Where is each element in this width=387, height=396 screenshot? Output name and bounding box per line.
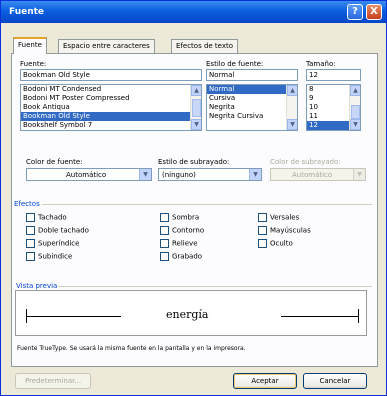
list-item[interactable]: Cursiva — [207, 94, 297, 103]
scroll-thumb[interactable] — [192, 99, 201, 117]
scroll-up-icon[interactable]: ▲ — [350, 85, 360, 96]
close-button[interactable]: X — [366, 4, 382, 20]
effects-divider — [42, 204, 372, 205]
tab-spacing[interactable]: Espacio entre caracteres — [58, 39, 155, 53]
font-label: Fuente: — [20, 60, 47, 68]
checkbox-shadow[interactable]: Sombra — [160, 213, 199, 222]
font-color-label: Color de fuente: — [26, 158, 83, 166]
effects-title: Efectos — [14, 200, 40, 208]
checkbox-superscript[interactable]: Superíndice — [26, 239, 79, 248]
font-input[interactable]: Bookman Old Style — [20, 69, 202, 81]
scroll-thumb[interactable] — [351, 105, 360, 119]
size-scrollbar[interactable]: ▲ ▼ — [349, 85, 360, 130]
underline-color-value: Automático — [292, 171, 333, 179]
title-bar[interactable]: Fuente ? X — [1, 1, 386, 23]
tab-fuente[interactable]: Fuente — [13, 37, 47, 54]
underline-style-label: Estilo de subrayado: — [158, 158, 230, 166]
preview-baseline — [281, 316, 359, 317]
window-title: Fuente — [9, 7, 45, 17]
list-item[interactable]: Bookshelf Symbol 7 — [21, 121, 201, 130]
preview-guide — [358, 309, 359, 323]
size-label: Tamaño: — [306, 60, 336, 68]
style-label: Estilo de fuente: — [206, 60, 264, 68]
truetype-note: Fuente TrueType. Se usará la misma fuent… — [17, 345, 246, 352]
chevron-down-icon[interactable]: ▼ — [139, 169, 151, 180]
checkbox-small-caps[interactable]: Versales — [258, 213, 299, 222]
chevron-down-icon[interactable]: ▼ — [353, 169, 365, 180]
list-item[interactable]: Negrita — [207, 103, 297, 112]
list-item[interactable]: Negrita Cursiva — [207, 112, 297, 121]
checkbox-outline[interactable]: Contorno — [160, 226, 204, 235]
underline-style-select[interactable]: (ninguno) ▼ — [158, 168, 262, 181]
help-button[interactable]: ? — [347, 4, 363, 20]
style-scrollbar[interactable]: ▲ ▼ — [286, 85, 297, 130]
checkbox-engrave[interactable]: Grabado — [160, 252, 202, 261]
size-input[interactable]: 12 — [306, 69, 361, 81]
preview-sample: energía — [166, 308, 209, 321]
font-scrollbar[interactable]: ▲ ▼ — [190, 85, 201, 130]
checkbox-double-strikethrough[interactable]: Doble tachado — [26, 226, 89, 235]
list-item-selected[interactable]: Normal — [207, 85, 297, 94]
checkbox-strikethrough[interactable]: Tachado — [26, 213, 67, 222]
cancel-button[interactable]: Cancelar — [303, 373, 367, 389]
checkbox-all-caps[interactable]: Mayúsculas — [258, 226, 311, 235]
font-dialog: Fuente ? X Fuente Espacio entre caracter… — [0, 0, 387, 396]
font-color-select[interactable]: Automático ▼ — [26, 168, 152, 181]
scroll-down-icon[interactable]: ▼ — [350, 119, 360, 130]
underline-color-select[interactable]: Automático ▼ — [270, 168, 366, 181]
underline-style-value: (ninguno) — [162, 171, 196, 179]
scroll-down-icon[interactable]: ▼ — [191, 119, 201, 130]
ok-button[interactable]: Aceptar — [233, 373, 297, 389]
scroll-down-icon[interactable]: ▼ — [287, 119, 297, 130]
list-item[interactable]: Book Antiqua — [21, 103, 201, 112]
list-item[interactable]: Bodoni MT Condensed — [21, 85, 201, 94]
checkbox-emboss[interactable]: Relieve — [160, 239, 198, 248]
style-list[interactable]: Normal Cursiva Negrita Negrita Cursiva ▲… — [206, 84, 298, 131]
scroll-up-icon[interactable]: ▲ — [287, 85, 297, 96]
list-item-selected[interactable]: Bookman Old Style — [21, 112, 201, 121]
checkbox-hidden[interactable]: Oculto — [258, 239, 293, 248]
preview-divider — [58, 286, 372, 287]
font-list[interactable]: Bodoni MT Condensed Bodoni MT Poster Com… — [20, 84, 202, 131]
style-input[interactable]: Normal — [206, 69, 298, 81]
checkbox-subscript[interactable]: Subíndice — [26, 252, 72, 261]
size-list[interactable]: 8 9 10 11 12 ▲ ▼ — [306, 84, 361, 131]
scroll-up-icon[interactable]: ▲ — [191, 85, 201, 96]
preview-baseline — [26, 316, 121, 317]
set-default-button[interactable]: Predeterminar... — [15, 373, 91, 389]
tab-text-effects[interactable]: Efectos de texto — [171, 39, 239, 53]
chevron-down-icon[interactable]: ▼ — [249, 169, 261, 180]
preview-title: Vista previa — [16, 282, 58, 290]
underline-color-label: Color de subrayado: — [270, 158, 341, 166]
font-color-value: Automático — [66, 171, 107, 179]
list-item[interactable]: Bodoni MT Poster Compressed — [21, 94, 201, 103]
preview-box: energía — [15, 290, 367, 336]
